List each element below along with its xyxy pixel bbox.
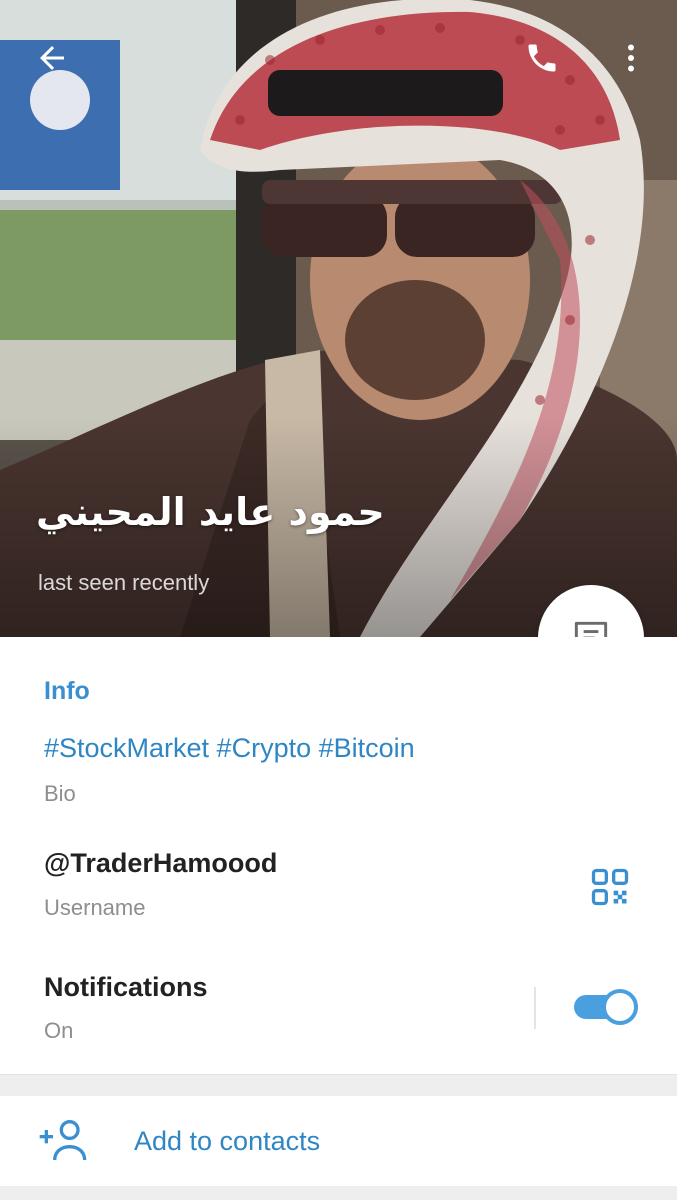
profile-name: حمود عايد المحيني xyxy=(36,490,385,534)
more-options-button[interactable] xyxy=(607,34,655,82)
toggle-knob xyxy=(602,989,638,1025)
info-title: Info xyxy=(44,677,90,705)
phone-icon xyxy=(528,44,556,72)
profile-photo[interactable] xyxy=(0,0,677,637)
username-label: Username xyxy=(44,895,146,920)
last-seen-status: last seen recently xyxy=(38,570,210,595)
more-vertical-icon xyxy=(628,44,634,72)
back-button[interactable] xyxy=(28,34,76,82)
add-user-icon xyxy=(39,1120,87,1161)
notifications-status: On xyxy=(44,1018,74,1043)
call-button[interactable] xyxy=(518,34,566,82)
notifications-title: Notifications xyxy=(44,972,208,1002)
arrow-left-icon xyxy=(40,46,64,70)
notifications-toggle[interactable] xyxy=(572,987,638,1027)
bottom-divider xyxy=(0,1186,677,1200)
add-to-contacts-button[interactable]: Add to contacts xyxy=(0,1096,677,1186)
username-value[interactable]: @TraderHamoood xyxy=(44,848,277,879)
section-divider xyxy=(0,1074,677,1096)
qr-code-icon xyxy=(591,868,629,906)
bio-label: Bio xyxy=(44,781,76,806)
info-section: Info #StockMarket #Crypto #Bitcoin Bio @… xyxy=(0,637,677,1074)
qr-code-button[interactable] xyxy=(588,865,632,909)
vertical-divider xyxy=(534,987,536,1029)
add-to-contacts-label: Add to contacts xyxy=(134,1126,321,1156)
bio-value[interactable]: #StockMarket #Crypto #Bitcoin xyxy=(44,733,415,764)
